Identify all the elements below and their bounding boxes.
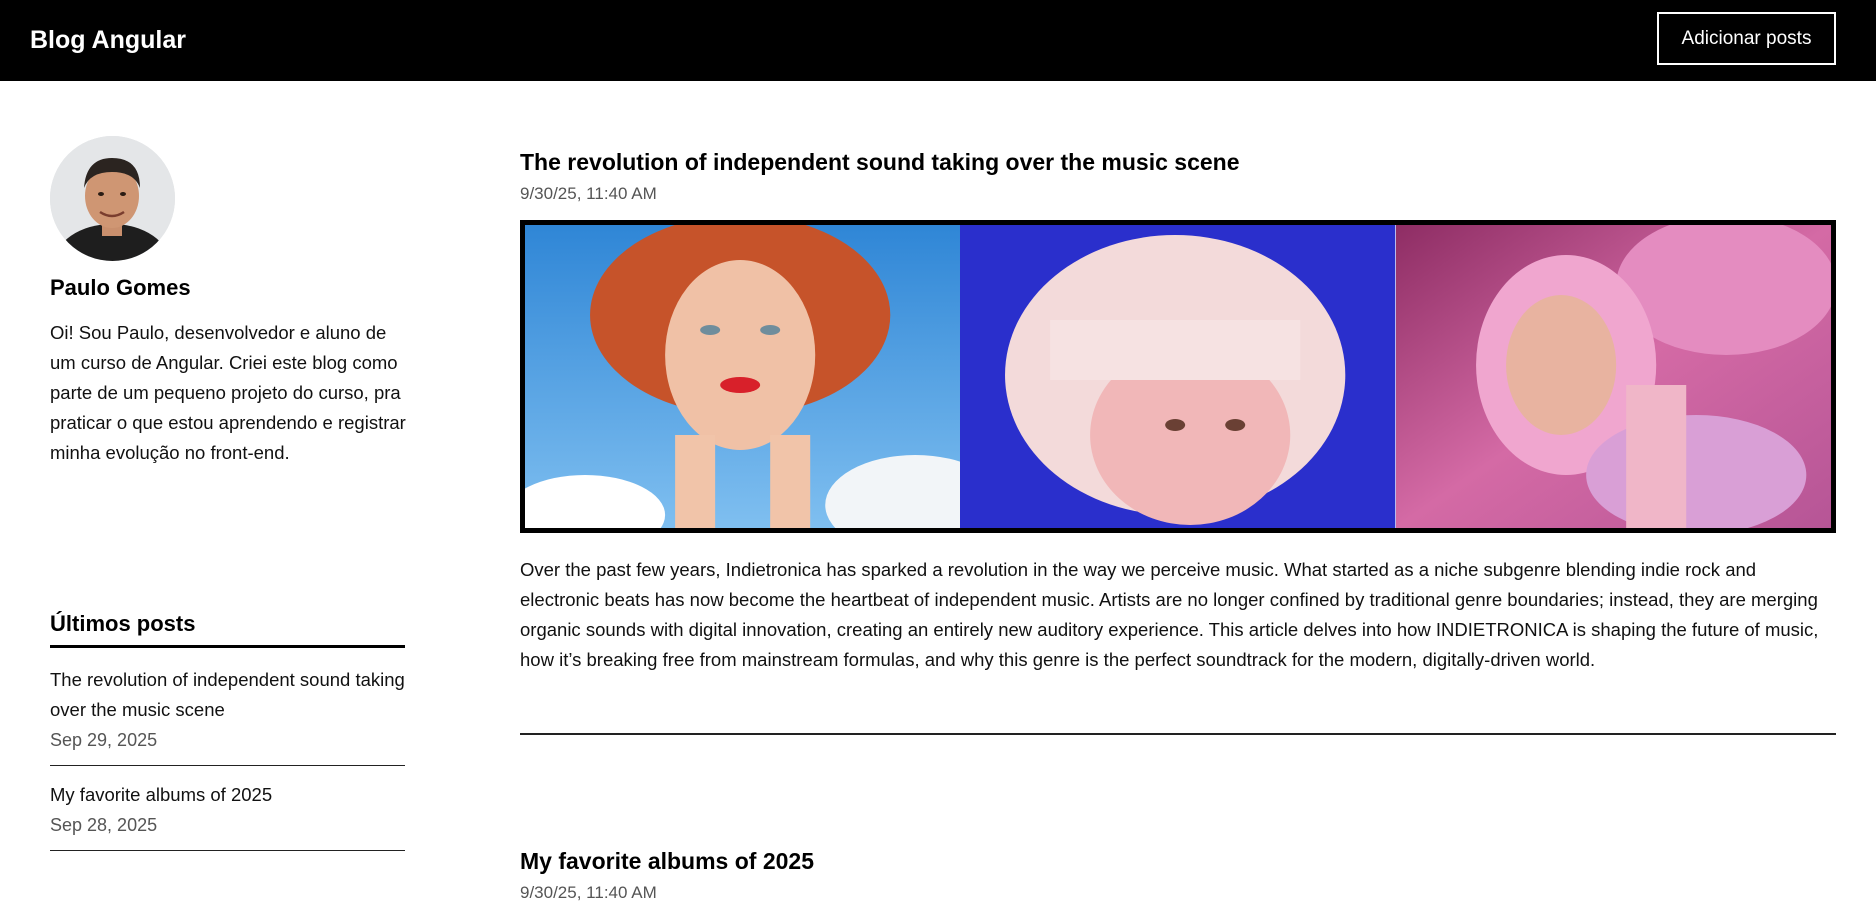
recent-post-date: Sep 28, 2025 <box>50 815 158 835</box>
post-body: Over the past few years, Indietronica ha… <box>520 559 1819 670</box>
post-cover-image <box>520 220 1836 533</box>
cover-panel-portrait-blue <box>960 225 1396 528</box>
author-avatar <box>50 136 175 261</box>
top-navbar: Blog Angular Adicionar posts <box>0 0 1876 81</box>
recent-posts-heading: Últimos posts <box>50 611 196 636</box>
cover-panel-portrait-pink <box>1395 225 1831 528</box>
recent-post-title[interactable]: My favorite albums of 2025 <box>50 780 405 810</box>
post-title[interactable]: The revolution of independent sound taki… <box>520 149 1240 176</box>
author-name: Paulo Gomes <box>50 275 191 300</box>
recent-post-date: Sep 29, 2025 <box>50 730 158 750</box>
add-posts-button[interactable]: Adicionar posts <box>1657 12 1836 65</box>
recent-post-item[interactable]: My favorite albums of 2025 Sep 28, 2025 <box>50 780 405 851</box>
recent-post-item[interactable]: The revolution of independent sound taki… <box>50 665 405 766</box>
cover-panel-portrait-sky <box>525 225 961 528</box>
divider <box>520 733 1836 735</box>
recent-posts-list: The revolution of independent sound taki… <box>50 665 405 865</box>
site-brand[interactable]: Blog Angular <box>30 0 186 81</box>
author-bio: Oi! Sou Paulo, desenvolvedor e aluno de … <box>50 322 406 463</box>
recent-post-title[interactable]: The revolution of independent sound taki… <box>50 665 405 725</box>
post-date: 9/30/25, 11:40 AM <box>520 184 657 203</box>
post-date: 9/30/25, 11:40 AM <box>520 883 657 902</box>
divider <box>50 645 405 648</box>
post-title[interactable]: My favorite albums of 2025 <box>520 848 814 875</box>
